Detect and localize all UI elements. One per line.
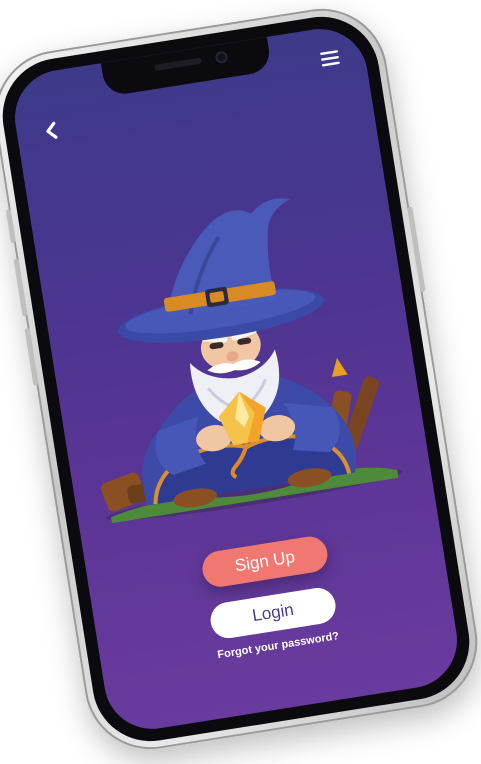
chevron-left-icon bbox=[46, 121, 58, 139]
phone-mockup: Sign Up Login Forgot your password? bbox=[0, 0, 481, 759]
app-screen: Sign Up Login Forgot your password? bbox=[8, 22, 464, 736]
signup-button[interactable]: Sign Up bbox=[199, 534, 330, 590]
wizard-illustration bbox=[100, 198, 403, 524]
menu-button[interactable] bbox=[315, 43, 345, 73]
speaker-grille bbox=[153, 57, 203, 71]
front-camera bbox=[214, 50, 229, 65]
hamburger-menu-icon bbox=[320, 50, 340, 67]
phone-bezel: Sign Up Login Forgot your password? bbox=[0, 8, 478, 750]
phone-notch bbox=[100, 36, 273, 97]
back-button[interactable] bbox=[37, 116, 67, 146]
silent-switch bbox=[5, 209, 16, 244]
